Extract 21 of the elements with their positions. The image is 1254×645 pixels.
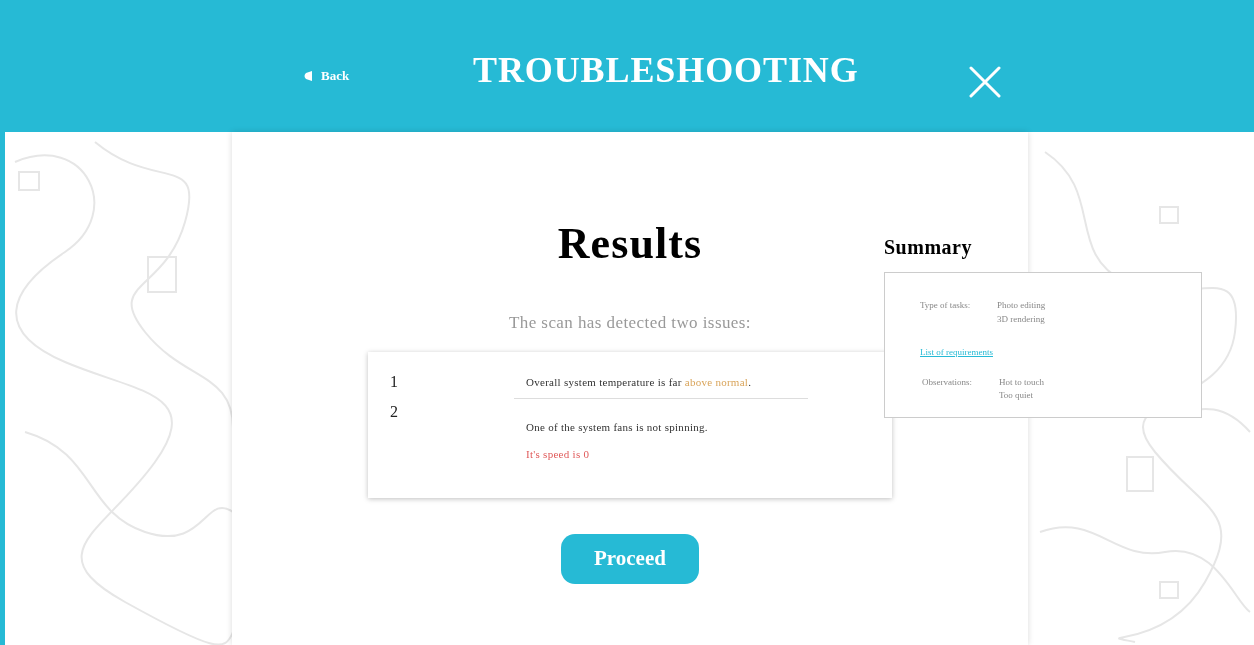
observations-label: Observations: <box>922 375 973 389</box>
issue-number: 1 <box>389 371 399 392</box>
task-value: 3D rendering <box>997 312 1046 326</box>
issue-text: One of the system fans is not spinning. <box>525 420 709 435</box>
issue-number: 2 <box>389 402 399 422</box>
requirements-link[interactable]: List of requirements <box>920 346 993 360</box>
observation-value: Hot to touch <box>999 375 1044 389</box>
page-title: TROUBLESHOOTING <box>473 52 859 88</box>
close-button[interactable] <box>967 64 1003 100</box>
scan-subtitle: The scan has detected two issues: <box>508 312 751 334</box>
summary-heading: Summary <box>884 235 973 261</box>
issue-detail: It's speed is 0 <box>525 446 591 462</box>
issue-text: Overall system temperature is far above normal. <box>525 374 753 390</box>
observation-value: Too quiet <box>999 389 1035 402</box>
tasks-label: Type of tasks: <box>920 299 972 312</box>
close-icon <box>969 66 1001 98</box>
back-arrow-icon <box>303 69 313 82</box>
proceed-button[interactable]: Proceed <box>561 533 699 584</box>
task-value: Photo editing <box>997 299 1046 312</box>
back-button[interactable]: Back <box>303 66 350 86</box>
results-heading: Results <box>557 222 703 266</box>
